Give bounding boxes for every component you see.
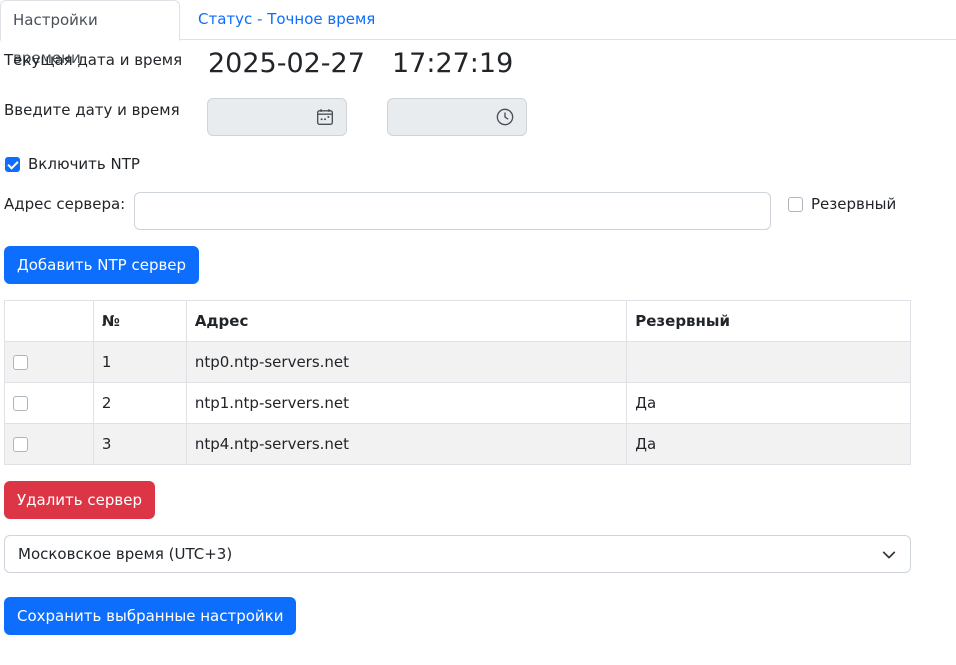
row-address: ntp1.ntp-servers.net bbox=[185, 382, 628, 424]
enter-datetime-label: Введите дату и время bbox=[4, 101, 180, 119]
row-number: 2 bbox=[92, 382, 187, 424]
table-header-row: № Адрес Резервный bbox=[4, 300, 911, 342]
column-header-address: Адрес bbox=[185, 300, 628, 342]
column-header-select bbox=[4, 300, 94, 342]
table-row: 3 ntp4.ntp-servers.net Да bbox=[4, 423, 911, 465]
save-settings-button[interactable]: Сохранить выбранные настройки bbox=[4, 597, 297, 635]
row-address: ntp0.ntp-servers.net bbox=[185, 341, 628, 383]
column-header-reserve: Резервный bbox=[626, 300, 911, 342]
row-address: ntp4.ntp-servers.net bbox=[185, 423, 628, 465]
row-reserve bbox=[626, 341, 911, 383]
row-select-cell bbox=[4, 382, 94, 424]
timezone-select[interactable]: Московское время (UTC+3) bbox=[4, 535, 911, 573]
date-input[interactable] bbox=[207, 98, 347, 136]
reserve-label: Резервный bbox=[811, 195, 897, 213]
calendar-icon[interactable] bbox=[316, 108, 334, 126]
row-select-cell bbox=[4, 341, 94, 383]
row-reserve: Да bbox=[626, 423, 911, 465]
table-row: 1 ntp0.ntp-servers.net bbox=[4, 341, 911, 383]
row-select-cell bbox=[4, 423, 94, 465]
row-checkbox[interactable] bbox=[13, 355, 28, 370]
timezone-selected-value: Московское время (UTC+3) bbox=[18, 545, 233, 563]
tab-bar: Настройки времени Статус - Точное время bbox=[0, 0, 956, 67]
column-header-number: № bbox=[92, 300, 187, 342]
row-checkbox[interactable] bbox=[13, 396, 28, 411]
current-time: 17:27:19 bbox=[392, 48, 514, 79]
tab-status-precise-time[interactable]: Статус - Точное время bbox=[186, 0, 387, 40]
clock-icon[interactable] bbox=[496, 108, 514, 126]
ntp-servers-table: № Адрес Резервный 1 ntp0.ntp-servers.net… bbox=[4, 300, 911, 465]
add-ntp-server-button[interactable]: Добавить NTP сервер bbox=[4, 246, 200, 284]
current-date: 2025-02-27 bbox=[208, 48, 365, 79]
delete-server-button[interactable]: Удалить сервер bbox=[4, 481, 155, 519]
tab-time-settings[interactable]: Настройки времени bbox=[0, 0, 180, 67]
server-address-label: Адрес сервера: bbox=[4, 195, 126, 213]
chevron-down-icon bbox=[882, 551, 896, 559]
row-checkbox[interactable] bbox=[13, 437, 28, 452]
enable-ntp-label: Включить NTP bbox=[28, 155, 140, 173]
row-number: 3 bbox=[92, 423, 187, 465]
reserve-checkbox[interactable] bbox=[788, 197, 803, 212]
row-number: 1 bbox=[92, 341, 187, 383]
enable-ntp-checkbox[interactable] bbox=[5, 157, 20, 172]
server-address-input[interactable] bbox=[134, 192, 771, 230]
time-input[interactable] bbox=[387, 98, 527, 136]
row-reserve: Да bbox=[626, 382, 911, 424]
current-datetime-label: Текущая дата и время bbox=[4, 51, 183, 69]
table-row: 2 ntp1.ntp-servers.net Да bbox=[4, 382, 911, 424]
